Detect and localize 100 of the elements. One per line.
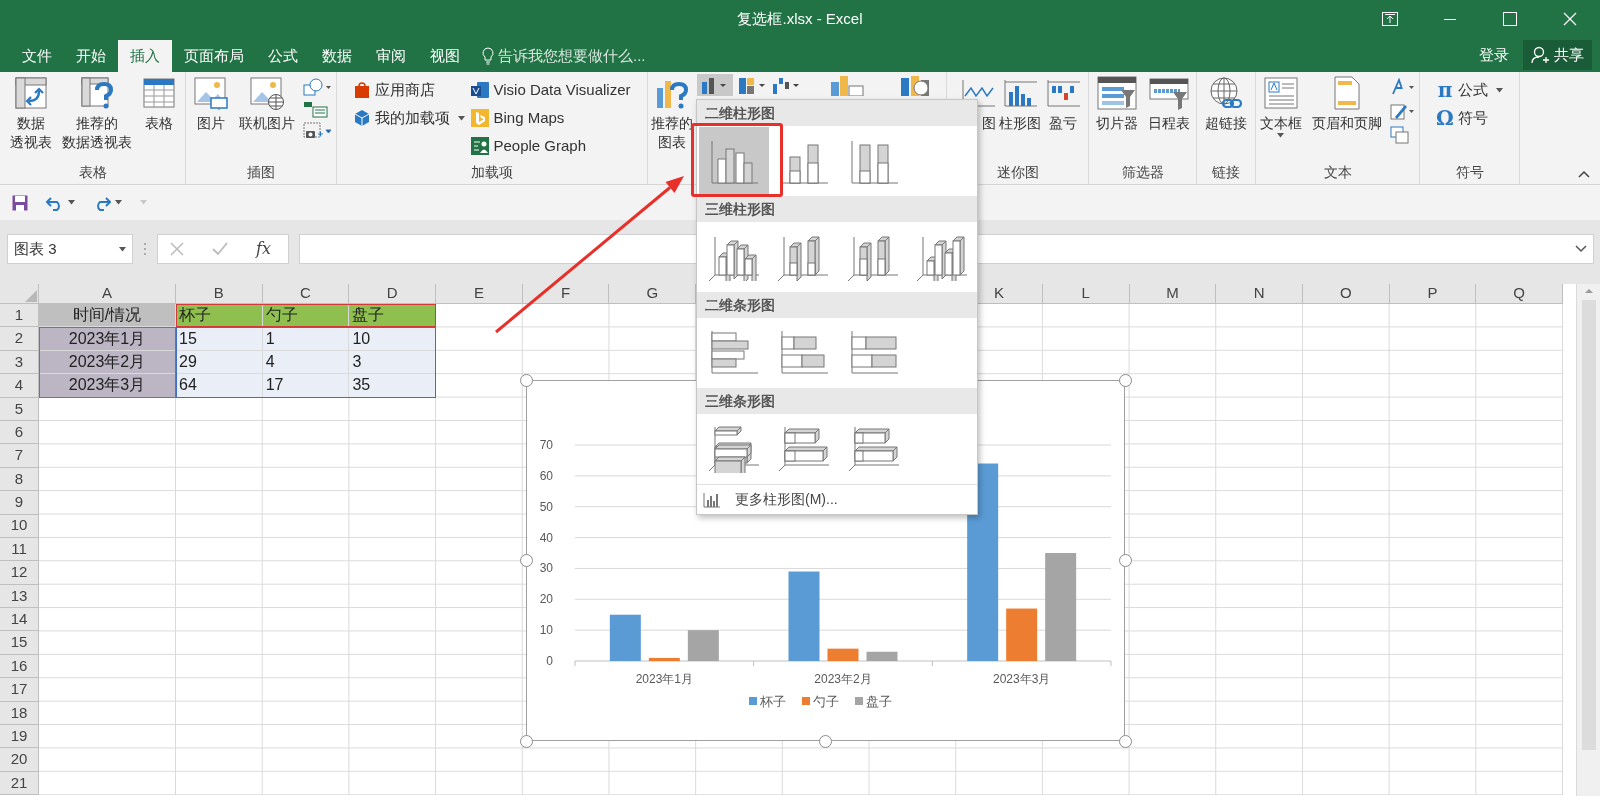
bar[interactable]	[827, 648, 859, 661]
column-header[interactable]: O	[1302, 284, 1390, 304]
hierarchy-chart-icon[interactable]	[737, 76, 767, 94]
row-header[interactable]: 8	[0, 467, 39, 492]
waterfall-chart-icon[interactable]	[771, 76, 801, 94]
column-header[interactable]: G	[609, 284, 697, 304]
ribbon-button[interactable]: 应用商店	[353, 78, 466, 102]
row-header[interactable]: 5	[0, 397, 39, 421]
tell-me-field[interactable]: 告诉我您想要做什么...	[478, 40, 672, 72]
check-icon[interactable]	[212, 242, 228, 256]
row-header[interactable]: 13	[0, 584, 39, 609]
ribbon-button[interactable]: Bing Maps	[471, 106, 631, 130]
ribbon-button[interactable]: 表格	[139, 76, 178, 160]
column-header[interactable]: C	[262, 284, 350, 304]
resize-handle[interactable]	[519, 554, 533, 567]
ribbon-button[interactable]: People Graph	[471, 134, 631, 158]
row-header[interactable]: 10	[0, 514, 39, 538]
table-cell[interactable]: 17	[262, 374, 350, 398]
ribbon-button[interactable]: 日程表	[1145, 76, 1192, 160]
column-header[interactable]: E	[436, 284, 523, 304]
row-header[interactable]: 6	[0, 420, 39, 445]
screenshot-icon[interactable]	[303, 122, 331, 140]
ribbon-button[interactable]: 我的加载项	[353, 106, 466, 130]
ribbon-tab[interactable]: 公式	[256, 40, 310, 72]
table-cell[interactable]: 35	[349, 374, 437, 398]
ribbon-button[interactable]: 文本框	[1257, 76, 1304, 160]
ribbon-button[interactable]: 图片	[191, 76, 231, 160]
drag-handle-icon[interactable]	[143, 242, 147, 256]
bar[interactable]	[1045, 553, 1077, 661]
ribbon-button[interactable]: 推荐的 数据透视表	[59, 76, 134, 160]
table-cell[interactable]: 2023年3月	[39, 374, 176, 398]
row-header[interactable]: 9	[0, 491, 39, 515]
column-header[interactable]: D	[349, 284, 437, 304]
bar[interactable]	[609, 614, 641, 661]
ribbon-display-icon[interactable]	[1382, 12, 1398, 26]
ribbon-tab[interactable]: 开始	[64, 40, 118, 72]
ribbon-button[interactable]: Visio Data Visualizer	[471, 78, 631, 102]
ribbon-button[interactable]: 切片器	[1093, 76, 1140, 160]
legend-label[interactable]: 杯子	[760, 694, 786, 709]
ribbon-tab[interactable]: 插入	[118, 40, 172, 72]
row-header[interactable]: 3	[0, 350, 39, 375]
row-header[interactable]: 15	[0, 631, 39, 655]
shapes-icon[interactable]	[303, 78, 331, 96]
bar[interactable]	[788, 571, 820, 661]
close-icon[interactable]	[1563, 12, 1577, 26]
column-header[interactable]: A	[39, 284, 176, 304]
sign-in-link[interactable]: 登录	[1475, 43, 1513, 67]
ribbon-tab[interactable]: 审阅	[364, 40, 418, 72]
row-header[interactable]: 12	[0, 561, 39, 585]
row-header[interactable]: 2	[0, 327, 39, 351]
row-header[interactable]: 11	[0, 537, 39, 562]
row-header[interactable]: 16	[0, 654, 39, 679]
row-header[interactable]: 20	[0, 748, 39, 772]
ribbon-tab[interactable]: 数据	[310, 40, 364, 72]
legend-label[interactable]: 勺子	[813, 694, 839, 709]
resize-handle[interactable]	[1118, 373, 1132, 387]
ribbon-button[interactable]: Ω 符号	[1436, 106, 1503, 130]
table-cell[interactable]: 64	[176, 374, 263, 398]
ribbon-tab[interactable]: 页面布局	[172, 40, 256, 72]
object-icon[interactable]	[1389, 126, 1410, 144]
ribbon-button[interactable]: 盈亏	[1043, 76, 1083, 160]
ribbon-button[interactable]: 页眉和页脚	[1309, 76, 1384, 160]
more-charts-item[interactable]: 更多柱形图(M)...	[697, 484, 977, 514]
ribbon-button[interactable]: 数据 透视表	[7, 76, 54, 160]
column-header[interactable]: M	[1129, 284, 1217, 304]
save-icon[interactable]	[12, 194, 28, 211]
scroll-up-icon[interactable]	[1583, 288, 1594, 294]
bar[interactable]	[967, 463, 999, 661]
column-header[interactable]: B	[176, 284, 263, 304]
smartart-icon[interactable]	[303, 100, 331, 118]
bar[interactable]	[648, 657, 680, 661]
ribbon-button[interactable]: π 公式	[1436, 78, 1503, 102]
column-header[interactable]: L	[1042, 284, 1130, 304]
expand-icon[interactable]	[1575, 245, 1587, 253]
cancel-icon[interactable]	[170, 242, 184, 256]
ribbon-tab[interactable]: 视图	[418, 40, 472, 72]
name-box[interactable]: 图表 3	[7, 234, 133, 264]
column-header[interactable]: P	[1389, 284, 1477, 304]
ribbon-button[interactable]: 超链接	[1203, 76, 1249, 160]
legend-label[interactable]: 盘子	[866, 694, 892, 709]
row-header[interactable]: 17	[0, 678, 39, 702]
insert-function-button[interactable]: fx	[256, 237, 271, 261]
ribbon-button[interactable]: 联机图片	[237, 76, 297, 160]
bar[interactable]	[866, 651, 898, 661]
ribbon-button[interactable]: 柱形图	[997, 76, 1043, 160]
table-cell[interactable]: 时间/情况	[39, 304, 176, 328]
row-header[interactable]: 4	[0, 374, 39, 398]
column-header[interactable]: F	[522, 284, 610, 304]
row-header[interactable]: 19	[0, 725, 39, 749]
resize-handle[interactable]	[519, 734, 533, 748]
column-header[interactable]: Q	[1476, 284, 1563, 304]
row-header[interactable]: 14	[0, 608, 39, 632]
collapse-icon[interactable]	[1578, 170, 1590, 178]
column-header[interactable]: N	[1216, 284, 1303, 304]
resize-handle[interactable]	[519, 373, 533, 387]
ribbon-tab[interactable]: 文件	[10, 40, 64, 72]
row-header[interactable]: 21	[0, 771, 39, 796]
bar[interactable]	[1006, 608, 1038, 661]
row-header[interactable]: 18	[0, 701, 39, 726]
bar[interactable]	[687, 630, 719, 661]
